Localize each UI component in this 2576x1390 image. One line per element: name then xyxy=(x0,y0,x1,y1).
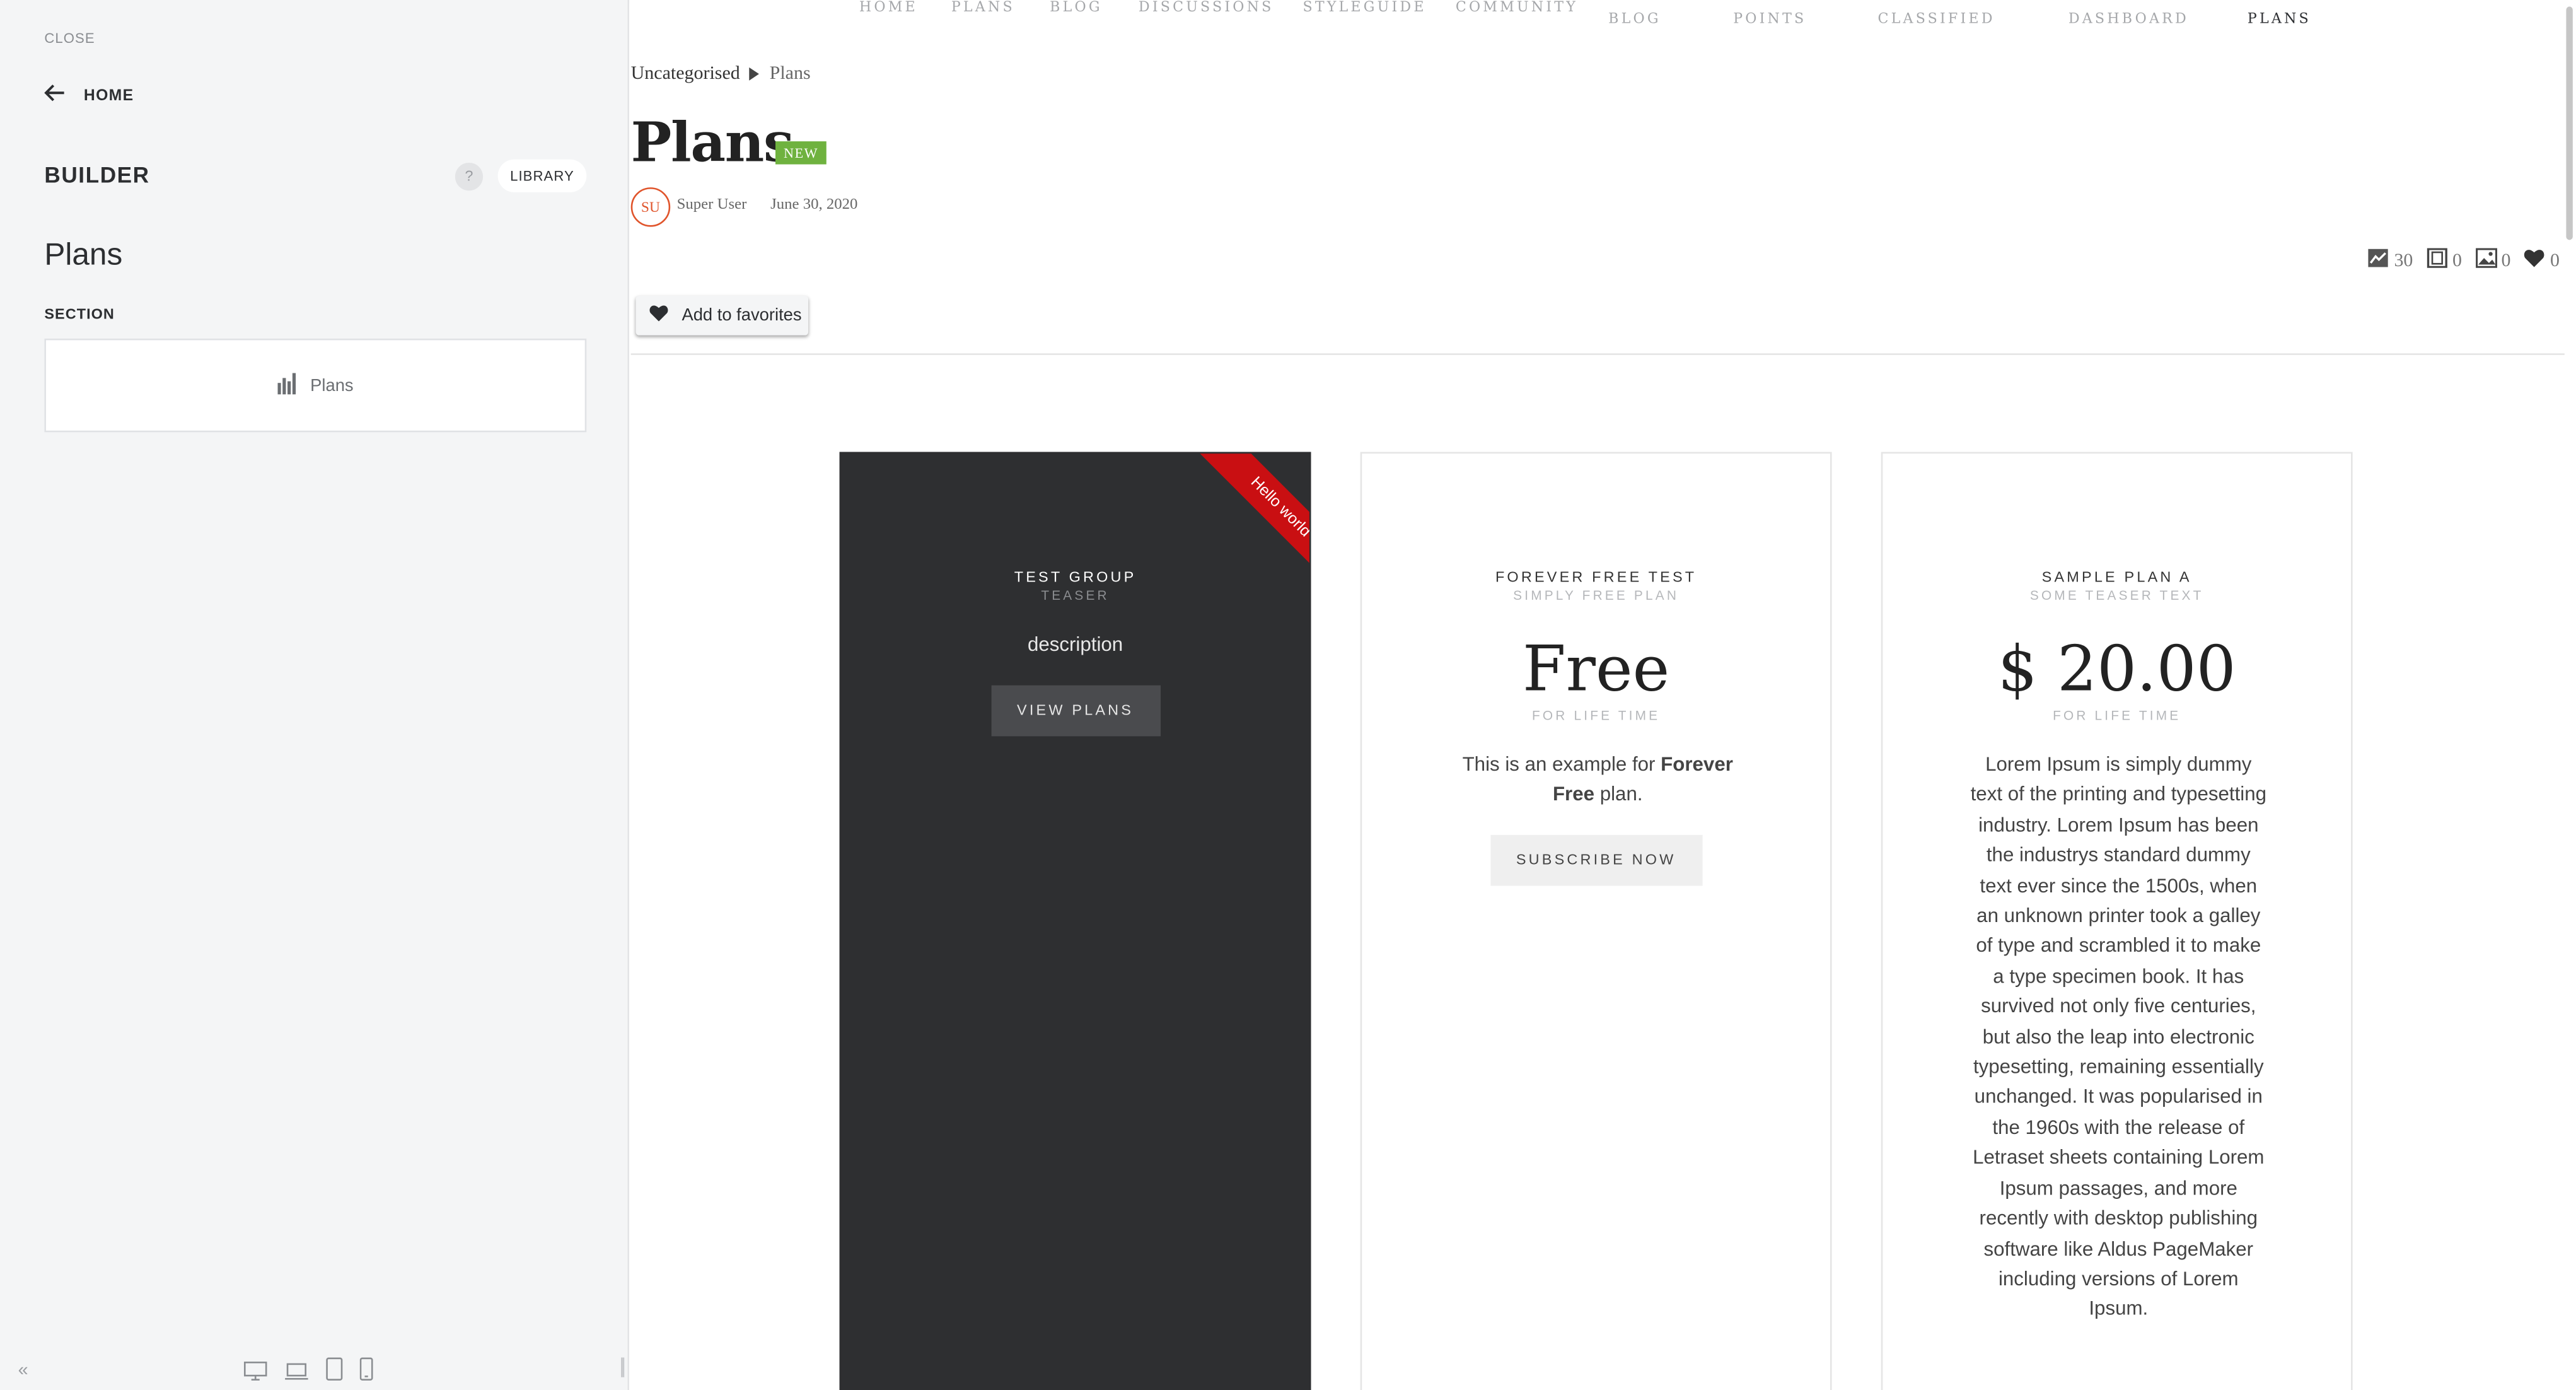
author-name[interactable]: Super User xyxy=(677,197,747,214)
videos-stat: 0 xyxy=(2426,248,2462,272)
plan-name: SAMPLE PLAN A xyxy=(2041,568,2192,585)
collapse-sidebar-button[interactable]: « xyxy=(18,1361,28,1381)
add-to-favorites-button[interactable]: Add to favorites xyxy=(635,296,809,336)
film-icon xyxy=(2426,248,2447,272)
nav-community[interactable]: COMMUNITY xyxy=(1456,0,1578,16)
builder-sidebar: CLOSE HOME BUILDER ? LIBRARY Plans SECTI… xyxy=(0,0,630,1390)
subnav-classified[interactable]: CLASSIFIED xyxy=(1878,11,1995,28)
likes-count: 0 xyxy=(2550,250,2560,271)
videos-count: 0 xyxy=(2452,250,2462,271)
scrollbar[interactable] xyxy=(2563,0,2576,1390)
nav-plans[interactable]: PLANS xyxy=(951,0,1015,16)
hits-stat: 30 xyxy=(2368,248,2413,272)
arrow-left-icon xyxy=(44,84,66,107)
builder-title: BUILDER xyxy=(44,162,150,188)
plan-text: This is an example for Forever Free plan… xyxy=(1444,749,1751,810)
sidebar-resize-handle[interactable] xyxy=(621,1357,625,1377)
plan-card-forever-free: FOREVER FREE TEST SIMPLY FREE PLAN Free … xyxy=(1360,452,1832,1390)
content-divider xyxy=(630,353,2565,355)
home-link[interactable]: HOME xyxy=(44,84,134,107)
scrollbar-thumb[interactable] xyxy=(2566,6,2573,240)
plan-teaser: TEASER xyxy=(1041,588,1110,604)
plan-price-period: FOR LIFE TIME xyxy=(2053,708,2181,723)
bar-chart-icon xyxy=(277,372,297,399)
breadcrumb-current: Plans xyxy=(769,64,811,84)
subnav-dashboard[interactable]: DASHBOARD xyxy=(2068,11,2189,28)
ribbon-label: Hello world xyxy=(1197,453,1309,572)
nav-styleguide[interactable]: STYLEGUIDE xyxy=(1303,0,1426,16)
subnav-blog[interactable]: BLOG xyxy=(1608,11,1661,28)
likes-stat: 0 xyxy=(2524,248,2560,272)
page-title: Plans xyxy=(630,110,794,175)
plan-teaser: SIMPLY FREE PLAN xyxy=(1513,588,1680,604)
page-preview: HOME PLANS BLOG DISCUSSIONS STYLEGUIDE C… xyxy=(629,0,2576,1390)
plan-text-end: plan. xyxy=(1594,783,1643,806)
subscribe-now-button[interactable]: SUBSCRIBE NOW xyxy=(1490,834,1703,886)
heart-icon xyxy=(2524,248,2545,272)
nav-discussions[interactable]: DISCUSSIONS xyxy=(1139,0,1274,16)
laptop-icon[interactable] xyxy=(284,1358,309,1388)
avatar[interactable]: SU xyxy=(630,187,671,227)
image-icon xyxy=(2474,248,2497,272)
plan-text-start: This is an example for xyxy=(1462,752,1661,776)
breadcrumb-parent[interactable]: Uncategorised xyxy=(631,64,740,84)
hits-count: 30 xyxy=(2394,250,2413,271)
images-stat: 0 xyxy=(2474,248,2511,272)
device-preview-toolbar xyxy=(243,1357,373,1389)
plan-teaser: SOME TEASER TEXT xyxy=(2029,588,2204,604)
section-item-label: Plans xyxy=(310,375,354,395)
breadcrumb: Uncategorised Plans xyxy=(631,64,811,84)
new-badge: NEW xyxy=(775,141,827,165)
tablet-icon[interactable] xyxy=(325,1357,344,1389)
heart-icon xyxy=(649,304,668,327)
breadcrumb-separator-icon xyxy=(750,67,760,81)
nav-blog[interactable]: BLOG xyxy=(1050,0,1103,16)
close-link[interactable]: CLOSE xyxy=(44,30,95,46)
article-stats: 30 0 0 0 xyxy=(2368,248,2560,272)
ribbon: Hello world xyxy=(1191,453,1309,572)
desktop-icon[interactable] xyxy=(243,1358,268,1388)
view-plans-button[interactable]: VIEW PLANS xyxy=(990,685,1160,737)
help-button[interactable]: ? xyxy=(455,162,484,191)
app-root: CLOSE HOME BUILDER ? LIBRARY Plans SECTI… xyxy=(0,0,2576,1390)
page-heading: Plans xyxy=(44,238,123,273)
plan-price: $ 20.00 xyxy=(1997,633,2236,705)
plan-text: Lorem Ipsum is simply dummy text of the … xyxy=(1970,752,2267,1321)
plan-card-sample-plan-a: SAMPLE PLAN A SOME TEASER TEXT $ 20.00 F… xyxy=(1881,452,2353,1390)
library-button[interactable]: LIBRARY xyxy=(497,159,587,192)
plan-name: TEST GROUP xyxy=(1014,568,1137,585)
plan-price-period: FOR LIFE TIME xyxy=(1532,708,1661,723)
plan-description: description xyxy=(1027,633,1123,656)
plan-price: Free xyxy=(1522,633,1670,705)
phone-icon[interactable] xyxy=(359,1357,373,1389)
images-count: 0 xyxy=(2501,250,2511,271)
home-label: HOME xyxy=(83,86,134,105)
publish-date: June 30, 2020 xyxy=(770,197,858,214)
plan-name: FOREVER FREE TEST xyxy=(1495,568,1697,585)
hits-icon xyxy=(2368,248,2389,272)
section-label: SECTION xyxy=(44,305,115,322)
favorites-label: Add to favorites xyxy=(682,305,802,325)
nav-home[interactable]: HOME xyxy=(859,0,918,16)
section-item-plans[interactable]: Plans xyxy=(44,338,587,433)
subnav-points[interactable]: POINTS xyxy=(1733,11,1806,28)
plan-card-test-group: Hello world TEST GROUP TEASER descriptio… xyxy=(839,452,1311,1390)
subnav-plans[interactable]: PLANS xyxy=(2248,11,2311,28)
